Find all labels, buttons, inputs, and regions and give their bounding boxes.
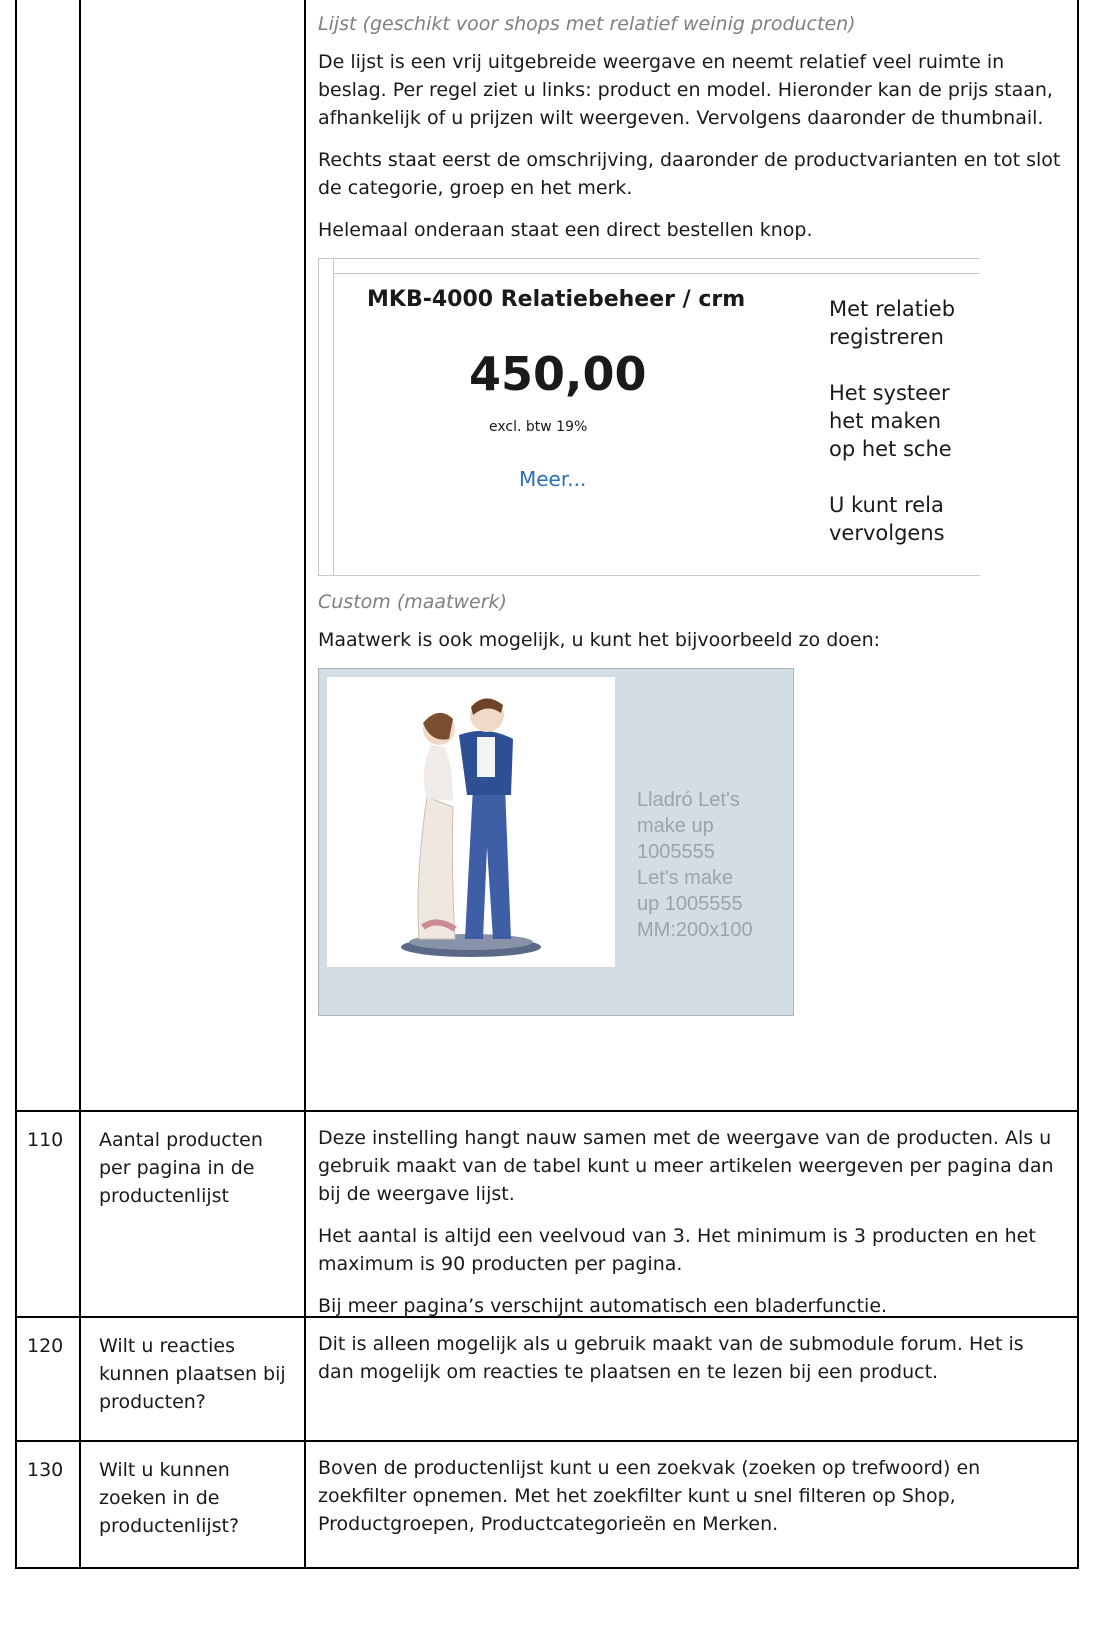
vat-note: excl. btw 19% <box>489 419 588 435</box>
setting-cell <box>83 0 306 1110</box>
setting-name: Aantal producten per pagina in de produc… <box>99 1129 263 1207</box>
table-row: 120 Wilt u reacties kunnen plaatsen bij … <box>15 1318 1079 1442</box>
figurine-image <box>327 677 615 967</box>
row-number: 110 <box>27 1129 64 1151</box>
table-row: Lijst (geschikt voor shops met relatief … <box>15 0 1079 1112</box>
table-row: 130 Wilt u kunnen zoeken in de producten… <box>15 1442 1079 1569</box>
paragraph: Rechts staat eerst de omschrijving, daar… <box>318 149 1061 199</box>
figure-caption: Lladró Let's make up 1005555 Let's make … <box>637 789 753 941</box>
number-cell: 130 <box>17 1442 81 1567</box>
setting-name: Wilt u reacties kunnen plaatsen bij prod… <box>99 1335 286 1413</box>
table-row: 110 Aantal producten per pagina in de pr… <box>15 1112 1079 1318</box>
settings-table: Lijst (geschikt voor shops met relatief … <box>15 0 1079 1569</box>
row-number: 130 <box>27 1459 64 1481</box>
description-cell: Boven de productenlijst kunt u een zoekv… <box>306 1442 1077 1566</box>
product-price: 450,00 <box>469 347 647 401</box>
lijst-heading: Lijst (geschikt voor shops met relatief … <box>318 13 856 35</box>
setting-name: Wilt u kunnen zoeken in de productenlijs… <box>99 1459 240 1537</box>
row-number: 120 <box>27 1335 64 1357</box>
number-cell <box>17 0 81 1110</box>
figurine-icon <box>401 698 541 957</box>
number-cell: 120 <box>17 1318 81 1440</box>
paragraph: Helemaal onderaan staat een direct beste… <box>318 219 813 241</box>
paragraph: Deze instelling hangt nauw samen met de … <box>318 1127 1054 1205</box>
custom-example-figure: Lladró Let's make up 1005555 Let's make … <box>318 668 794 1016</box>
setting-cell: Wilt u kunnen zoeken in de productenlijs… <box>83 1442 306 1567</box>
paragraph: Maatwerk is ook mogelijk, u kunt het bij… <box>318 629 881 651</box>
number-cell: 110 <box>17 1112 81 1316</box>
paragraph: Het aantal is altijd een veelvoud van 3.… <box>318 1225 1036 1275</box>
setting-cell: Wilt u reacties kunnen plaatsen bij prod… <box>83 1318 306 1440</box>
product-list-example: MKB-4000 Relatiebeheer / crm 450,00 excl… <box>318 258 980 576</box>
description-cell: Lijst (geschikt voor shops met relatief … <box>306 0 1077 1030</box>
paragraph: De lijst is een vrij uitgebreide weergav… <box>318 51 1053 129</box>
product-description: Met relatieb registreren Het systeer het… <box>829 297 956 545</box>
setting-cell: Aantal producten per pagina in de produc… <box>83 1112 306 1316</box>
paragraph: Dit is alleen mogelijk als u gebruik maa… <box>318 1333 1024 1383</box>
paragraph: Boven de productenlijst kunt u een zoekv… <box>318 1457 981 1535</box>
description-cell: Dit is alleen mogelijk als u gebruik maa… <box>306 1318 1077 1414</box>
description-cell: Deze instelling hangt nauw samen met de … <box>306 1112 1077 1348</box>
custom-heading: Custom (maatwerk) <box>318 591 507 613</box>
product-title: MKB-4000 Relatiebeheer / crm <box>367 287 746 312</box>
paragraph: Bij meer pagina’s verschijnt automatisch… <box>318 1295 888 1317</box>
more-link[interactable]: Meer... <box>519 467 586 491</box>
